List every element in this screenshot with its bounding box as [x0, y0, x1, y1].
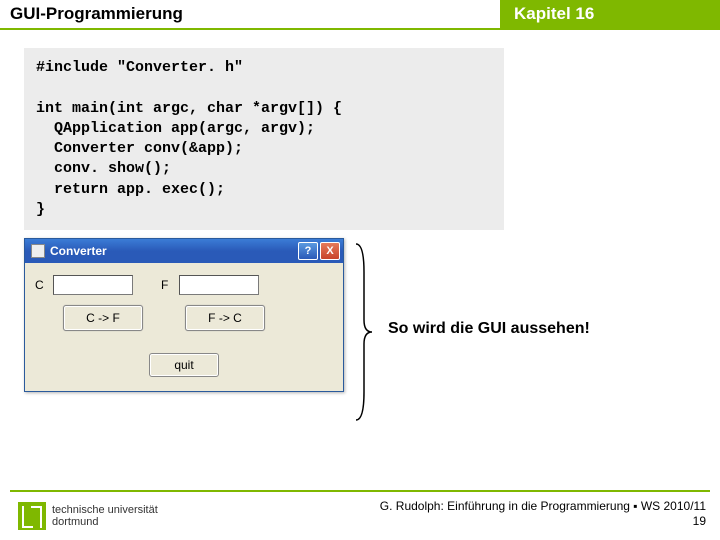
gui-caption: So wird die GUI aussehen! — [388, 320, 590, 338]
chapter-label: Kapitel 16 — [500, 0, 720, 30]
c-to-f-button[interactable]: C -> F — [63, 305, 143, 331]
brace-icon — [352, 242, 374, 422]
window-icon — [31, 244, 45, 258]
window-titlebar: Converter ? X — [25, 239, 343, 263]
window-screenshot: Converter ? X C F C -> F F -> C quit — [24, 238, 344, 392]
fahrenheit-input[interactable] — [179, 275, 259, 295]
f-to-c-button[interactable]: F -> C — [185, 305, 265, 331]
credits-line1: G. Rudolph: Einführung in die Programmie… — [380, 499, 706, 515]
logo-line1: technische universität — [52, 504, 158, 516]
window-body: C F C -> F F -> C quit — [25, 263, 343, 391]
quit-button[interactable]: quit — [149, 353, 219, 377]
fahrenheit-label: F — [161, 278, 175, 292]
footer-divider — [10, 490, 710, 492]
quit-row: quit — [35, 353, 333, 377]
help-button[interactable]: ? — [298, 242, 318, 260]
university-name: technische universität dortmund — [52, 504, 158, 528]
code-block: #include "Converter. h" int main(int arg… — [24, 48, 504, 230]
slide-title: GUI-Programmierung — [0, 0, 500, 30]
celsius-label: C — [35, 278, 49, 292]
credits: G. Rudolph: Einführung in die Programmie… — [380, 499, 706, 530]
fahrenheit-group: F — [161, 275, 259, 295]
window-title: Converter — [50, 244, 296, 258]
tu-logo-icon — [18, 502, 46, 530]
slide-header: GUI-Programmierung Kapitel 16 — [0, 0, 720, 30]
converter-window: Converter ? X C F C -> F F -> C quit — [24, 238, 344, 392]
input-row: C F — [35, 275, 333, 295]
university-logo: technische universität dortmund — [18, 502, 158, 530]
code-text: #include "Converter. h" int main(int arg… — [36, 58, 492, 220]
celsius-group: C — [35, 275, 133, 295]
celsius-input[interactable] — [53, 275, 133, 295]
slide-footer: technische universität dortmund G. Rudol… — [18, 499, 706, 530]
page-number: 19 — [380, 514, 706, 530]
close-button[interactable]: X — [320, 242, 340, 260]
button-row: C -> F F -> C — [63, 305, 333, 331]
logo-line2: dortmund — [52, 516, 158, 528]
